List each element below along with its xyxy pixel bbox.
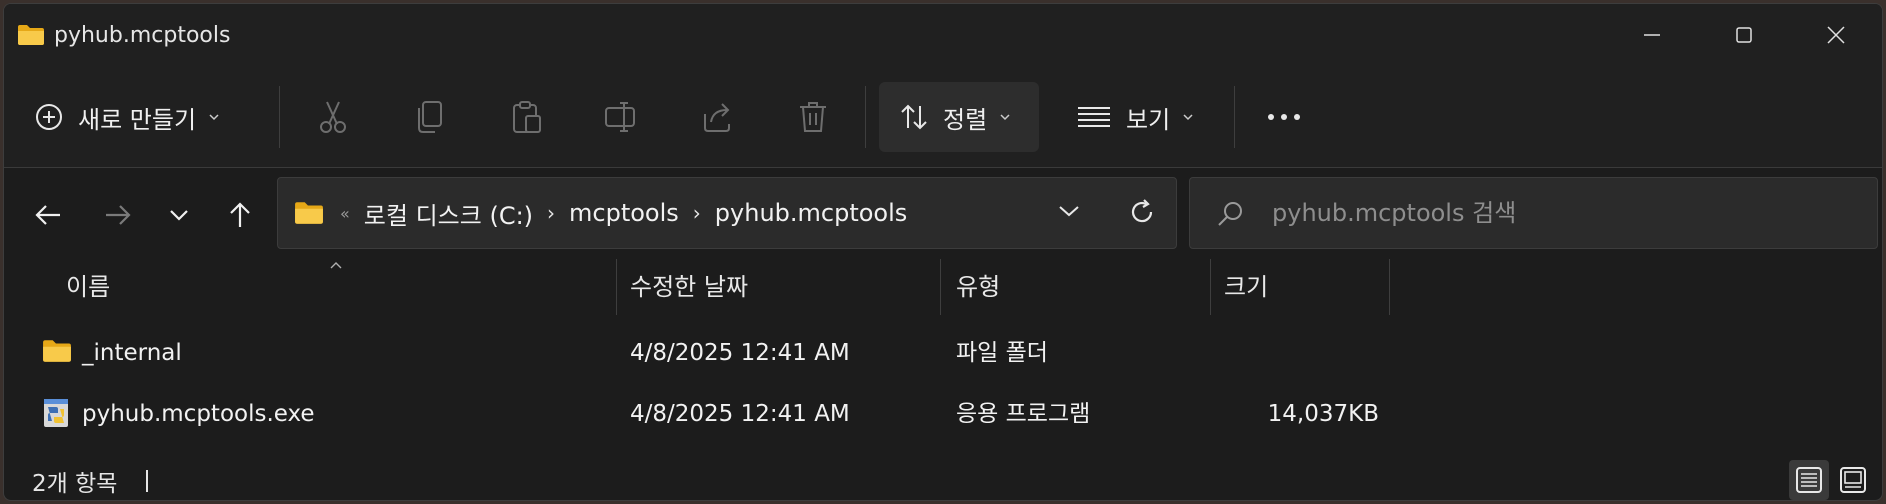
status-bar: 2개 항목 xyxy=(4,460,1882,500)
sort-icon xyxy=(901,104,927,130)
chevron-down-icon xyxy=(1183,114,1193,121)
more-icon xyxy=(1268,114,1300,120)
address-history-button[interactable] xyxy=(1058,203,1080,222)
title-bar: pyhub.mcptools xyxy=(4,4,1882,66)
cut-button[interactable] xyxy=(317,82,349,152)
column-type[interactable]: 유형 xyxy=(956,259,1000,315)
file-type: 파일 폴더 xyxy=(956,340,1048,366)
window-title: pyhub.mcptools xyxy=(54,23,231,48)
close-button[interactable] xyxy=(1790,4,1882,66)
copy-icon xyxy=(418,101,442,133)
list-item[interactable]: pyhub.mcptools.exe 4/8/2025 12:41 AM 응용 … xyxy=(4,385,1404,443)
paste-icon xyxy=(513,101,541,133)
cut-icon xyxy=(320,101,346,133)
column-divider[interactable] xyxy=(1210,259,1211,315)
sort-button[interactable]: 정렬 xyxy=(879,82,1039,152)
minimize-button[interactable] xyxy=(1606,4,1698,66)
chevron-down-icon xyxy=(1059,206,1079,217)
rename-icon xyxy=(605,102,635,132)
command-bar: 새로 만들기 정렬 보기 xyxy=(4,66,1882,168)
add-circle-icon xyxy=(36,104,62,130)
minimize-icon xyxy=(1644,34,1660,36)
delete-icon xyxy=(800,102,826,132)
arrow-right-icon xyxy=(106,205,131,225)
file-name: pyhub.mcptools.exe xyxy=(82,401,315,427)
column-divider[interactable] xyxy=(616,259,617,315)
details-view-button[interactable] xyxy=(1789,460,1829,500)
folder-icon xyxy=(43,340,71,362)
rename-button[interactable] xyxy=(604,82,640,152)
file-size: 14,037KB xyxy=(1267,401,1379,427)
view-button-label: 보기 xyxy=(1126,105,1171,134)
search-box[interactable]: pyhub.mcptools 검색 xyxy=(1189,177,1878,249)
maximize-button[interactable] xyxy=(1698,4,1790,66)
close-icon xyxy=(1827,26,1845,44)
chevron-down-icon xyxy=(170,210,188,221)
details-view-icon xyxy=(1796,467,1822,493)
column-divider[interactable] xyxy=(940,259,941,315)
refresh-icon xyxy=(1131,199,1153,223)
navigation-bar: « 로컬 디스크 (C:) › mcptools › pyhub.mcptool… xyxy=(4,169,1882,259)
column-modified[interactable]: 수정한 날짜 xyxy=(630,259,748,315)
folder-icon xyxy=(18,25,44,45)
file-modified: 4/8/2025 12:41 AM xyxy=(630,340,850,366)
sort-ascending-icon xyxy=(330,262,342,269)
delete-button[interactable] xyxy=(798,82,828,152)
copy-button[interactable] xyxy=(414,82,444,152)
file-name: _internal xyxy=(82,340,182,366)
column-size[interactable]: 크기 xyxy=(1224,259,1268,315)
column-header: 이름 수정한 날짜 유형 크기 xyxy=(4,259,1882,315)
back-button[interactable] xyxy=(28,195,68,235)
file-type: 응용 프로그램 xyxy=(956,401,1091,427)
sort-button-label: 정렬 xyxy=(943,105,988,134)
up-button[interactable] xyxy=(220,195,260,235)
view-lines-icon xyxy=(1078,107,1110,127)
large-icons-view-button[interactable] xyxy=(1833,460,1873,500)
search-input[interactable]: pyhub.mcptools 검색 xyxy=(1272,178,1516,248)
paste-button[interactable] xyxy=(511,82,543,152)
item-count: 2개 항목 xyxy=(32,471,118,497)
breadcrumb-item-local-disk[interactable]: 로컬 디스크 (C:) xyxy=(364,196,533,231)
forward-button[interactable] xyxy=(98,195,138,235)
breadcrumb-item-pyhub-mcptools[interactable]: pyhub.mcptools xyxy=(715,199,907,227)
breadcrumb-item-mcptools[interactable]: mcptools xyxy=(569,199,679,227)
toolbar-divider xyxy=(1234,86,1235,148)
address-bar[interactable]: « 로컬 디스크 (C:) › mcptools › pyhub.mcptool… xyxy=(277,177,1177,249)
new-button-label: 새로 만들기 xyxy=(78,105,197,134)
toolbar-divider xyxy=(279,86,280,148)
folder-icon xyxy=(295,202,323,224)
column-divider[interactable] xyxy=(1389,259,1390,315)
arrow-left-icon xyxy=(35,205,60,225)
breadcrumb-overflow[interactable]: « xyxy=(340,204,350,223)
share-button[interactable] xyxy=(701,82,735,152)
chevron-down-icon xyxy=(1000,114,1010,121)
breadcrumb: « 로컬 디스크 (C:) › mcptools › pyhub.mcptool… xyxy=(294,178,907,248)
toolbar-divider xyxy=(865,86,866,148)
share-icon xyxy=(704,103,730,132)
status-divider xyxy=(146,470,148,492)
file-modified: 4/8/2025 12:41 AM xyxy=(630,401,850,427)
python-exe-icon xyxy=(44,399,68,427)
column-name[interactable]: 이름 xyxy=(66,259,110,315)
view-button[interactable]: 보기 xyxy=(1076,82,1194,152)
arrow-up-icon xyxy=(230,202,250,227)
file-size xyxy=(1224,324,1379,382)
refresh-button[interactable] xyxy=(1128,198,1156,230)
search-icon xyxy=(1218,202,1242,226)
preview-view-icon xyxy=(1840,467,1866,493)
maximize-icon xyxy=(1736,27,1752,43)
new-button[interactable]: 새로 만들기 xyxy=(34,82,220,152)
explorer-window: pyhub.mcptools 새로 만들기 정렬 보기 « 로컬 디스크 (C:… xyxy=(3,3,1883,501)
chevron-down-icon xyxy=(209,114,219,121)
breadcrumb-separator[interactable]: › xyxy=(693,201,701,225)
breadcrumb-separator[interactable]: › xyxy=(547,201,555,225)
recent-locations-button[interactable] xyxy=(159,195,199,235)
more-button[interactable] xyxy=(1266,82,1302,152)
list-item[interactable]: _internal 4/8/2025 12:41 AM 파일 폴더 xyxy=(4,324,1404,382)
